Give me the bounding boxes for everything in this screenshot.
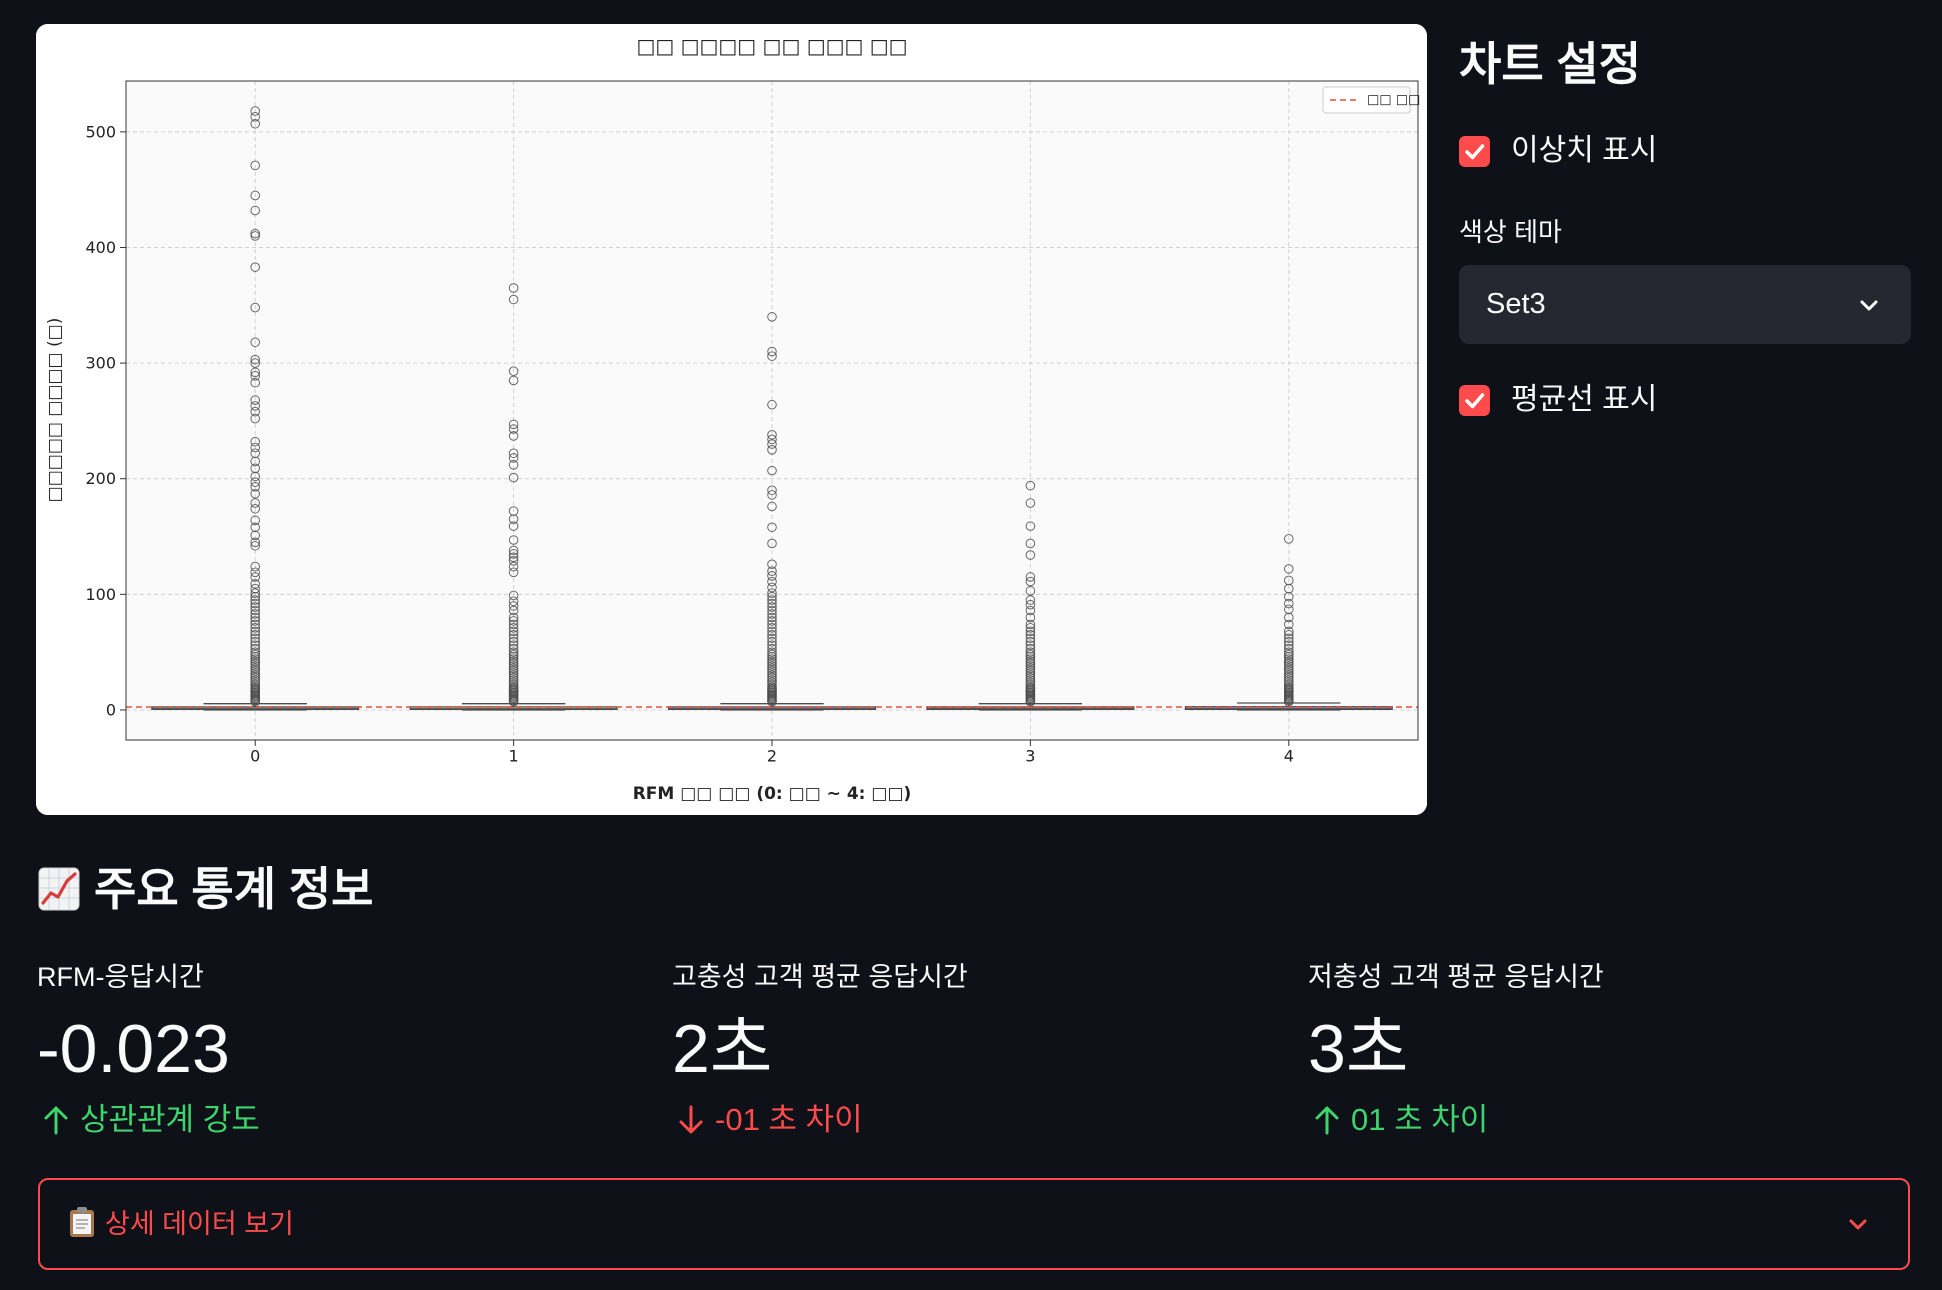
y-axis-label: □□□□□ □□□□ (□) [45,318,65,503]
show-mean-line-checkbox[interactable]: 평균선 표시 [1459,382,1657,418]
color-theme-selected-value[interactable]: Set3 [1486,265,1546,344]
details-expander-label[interactable]: 상세 데이터 보기 [105,1180,294,1268]
metric-high-loyalty-response: 고충성 고객 평균 응답시간 2초 -01 초 차이 [672,960,1272,1140]
show-outliers-checkbox[interactable]: 이상치 표시 [1459,133,1657,169]
y-tick-label: 100 [85,585,116,604]
stats-heading-title: 주요 통계 정보 [94,863,374,915]
y-tick-label: 200 [85,469,116,488]
sidebar-title: 차트 설정 [1459,38,1642,90]
show-mean-line-label[interactable]: 평균선 표시 [1511,382,1657,418]
clipboard-icon [70,1207,94,1237]
metric-delta-text: -01 초 차이 [715,1102,863,1137]
y-tick-label: 0 [106,700,116,719]
metric-delta: -01 초 차이 [672,1100,1272,1140]
show-outliers-label[interactable]: 이상치 표시 [1511,133,1657,169]
metric-label: RFM-응답시간 [37,962,204,992]
y-tick-label: 300 [85,354,116,373]
x-axis-label: RFM □□ □□ (0: □□ ~ 4: □□) [633,784,912,804]
x-tick-label: 2 [767,747,777,766]
metric-low-loyalty-response: 저충성 고객 평균 응답시간 3초 01 초 차이 [1308,960,1908,1140]
x-tick-label: 3 [1025,747,1035,766]
metric-rfm-correlation: RFM-응답시간 -0.023 상관관계 강도 [37,960,637,1140]
x-tick-label: 0 [250,747,260,766]
color-theme-label: 색상 테마 [1459,217,1562,247]
metric-label: 고충성 고객 평균 응답시간 [672,962,968,992]
x-tick-label: 4 [1284,747,1294,766]
metric-delta-text: 01 초 차이 [1351,1102,1489,1137]
chart-increasing-icon [38,867,80,911]
arrow-up-icon [1315,1106,1339,1135]
arrow-down-icon [679,1105,703,1134]
stats-section-heading: 주요 통계 정보 [37,861,373,917]
metric-delta-text: 상관관계 강도 [80,1102,260,1137]
checkbox-checked-icon[interactable] [1459,384,1490,416]
details-expander[interactable]: 상세 데이터 보기 [38,1178,1910,1270]
legend: □□ □□ [1322,86,1420,114]
color-theme-select[interactable]: Set3 [1459,265,1911,344]
y-tick-label: 400 [85,238,116,257]
metric-label: 저충성 고객 평균 응답시간 [1308,962,1604,992]
metric-value: -0.023 [37,1011,230,1087]
boxplot-chart: 01002003004005000 1 2 3 4 □□ □□□□ □□ □□□ □□ … [36,24,1427,815]
legend-label: □□ □□ [1367,93,1420,108]
chevron-down-icon[interactable] [1857,293,1881,317]
checkbox-checked-icon[interactable] [1459,135,1490,167]
chart-title: □□ □□□□ □□ □□□ □□ [636,34,907,58]
checkmark-icon [1465,143,1485,159]
metric-delta: 01 초 차이 [1308,1100,1908,1140]
checkmark-icon [1465,392,1485,408]
metric-delta: 상관관계 강도 [37,1100,637,1140]
x-tick-label: 1 [509,747,519,766]
y-tick-label: 500 [85,122,116,141]
metric-value: 2초 [672,1011,773,1087]
arrow-up-icon [44,1106,68,1135]
metric-value: 3초 [1308,1011,1409,1087]
chart-image: 0 100 200 300 400 500 0 1 2 3 4 □□ □□□□ □□ □□□ □□ … [36,24,1427,815]
chevron-down-icon[interactable] [1846,1212,1870,1236]
